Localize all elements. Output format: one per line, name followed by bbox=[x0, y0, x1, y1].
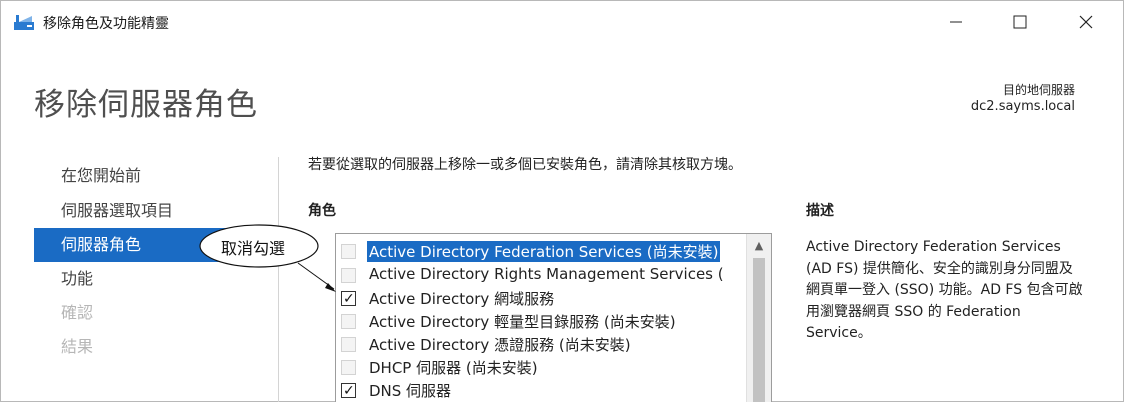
window-title: 移除角色及功能精靈 bbox=[43, 16, 169, 32]
role-checkbox bbox=[341, 244, 356, 259]
role-checkbox bbox=[341, 360, 356, 375]
roles-heading: 角色 bbox=[308, 203, 336, 219]
destination-server-label: 目的地伺服器 bbox=[1002, 83, 1075, 97]
instruction-text: 若要從選取的伺服器上移除一或多個已安裝角色，請清除其核取方塊。 bbox=[308, 157, 742, 173]
maximize-button[interactable] bbox=[997, 1, 1043, 43]
wizard-window: 移除角色及功能精靈 移除伺服器角色 目的地伺服器 dc2.sayms.local… bbox=[0, 0, 1124, 402]
role-checkbox bbox=[341, 337, 356, 352]
callout-text: 取消勾選 bbox=[221, 239, 286, 258]
role-description: Active Directory Federation Services (AD… bbox=[806, 239, 1083, 341]
close-button[interactable] bbox=[1063, 1, 1109, 43]
minimize-icon bbox=[950, 21, 962, 23]
nav-item-before-you-begin[interactable]: 在您開始前 bbox=[34, 159, 278, 194]
role-checkbox bbox=[341, 268, 356, 283]
role-label: Active Directory Federation Services (尚未… bbox=[367, 241, 721, 262]
server-manager-icon bbox=[14, 15, 34, 30]
maximize-icon bbox=[1013, 15, 1027, 29]
role-checkbox[interactable]: ✓ bbox=[341, 383, 356, 398]
page-title: 移除伺服器角色 bbox=[34, 87, 258, 123]
role-row-dns[interactable]: ✓ DNS 伺服器 bbox=[336, 379, 748, 402]
roles-list[interactable]: Active Directory Federation Services (尚未… bbox=[335, 233, 772, 402]
role-row-dhcp[interactable]: DHCP 伺服器 (尚未安裝) bbox=[336, 356, 748, 379]
role-row-adcs[interactable]: Active Directory 憑證服務 (尚未安裝) bbox=[336, 333, 748, 356]
minimize-button[interactable] bbox=[933, 1, 979, 43]
role-checkbox bbox=[341, 314, 356, 329]
nav-item-results: 結果 bbox=[61, 337, 94, 356]
destination-server-name: dc2.sayms.local bbox=[970, 99, 1075, 114]
check-mark-icon: ✓ bbox=[343, 291, 355, 307]
role-label: Active Directory 輕量型目錄服務 (尚未安裝) bbox=[369, 313, 676, 331]
role-label: Active Directory 網域服務 bbox=[369, 290, 555, 308]
role-row-adlds[interactable]: Active Directory 輕量型目錄服務 (尚未安裝) bbox=[336, 310, 748, 333]
check-mark-icon: ✓ bbox=[343, 383, 355, 399]
role-row-adfs[interactable]: Active Directory Federation Services (尚未… bbox=[336, 240, 748, 263]
scroll-thumb[interactable] bbox=[753, 258, 765, 402]
role-label: DHCP 伺服器 (尚未安裝) bbox=[369, 359, 538, 377]
role-label: Active Directory Rights Management Servi… bbox=[369, 265, 724, 283]
role-checkbox[interactable]: ✓ bbox=[341, 291, 356, 306]
role-label: DNS 伺服器 bbox=[369, 382, 452, 400]
title-bar: 移除角色及功能精靈 bbox=[1, 1, 1123, 43]
role-row-adrms[interactable]: Active Directory Rights Management Servi… bbox=[336, 264, 748, 287]
role-label: Active Directory 憑證服務 (尚未安裝) bbox=[369, 336, 631, 354]
scroll-up-icon[interactable]: ▲ bbox=[747, 234, 771, 256]
role-row-adds[interactable]: ✓ Active Directory 網域服務 bbox=[336, 287, 748, 310]
roles-scrollbar[interactable]: ▲ bbox=[746, 234, 771, 402]
nav-item-confirmation: 確認 bbox=[61, 303, 94, 322]
close-icon bbox=[1079, 15, 1093, 29]
description-heading: 描述 bbox=[806, 203, 834, 219]
